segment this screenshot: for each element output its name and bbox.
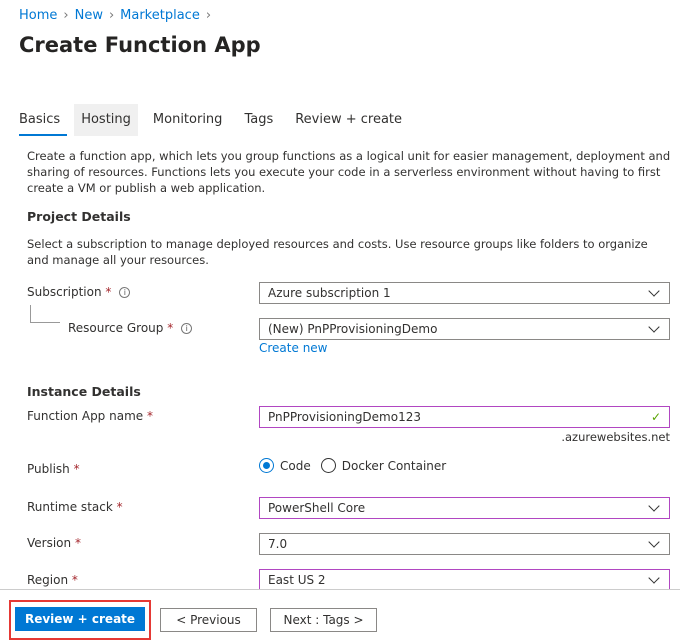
publish-label: Publish * [27,462,80,476]
intro-text: Create a function app, which lets you gr… [27,149,671,195]
review-create-button[interactable]: Review + create [15,607,145,631]
tab-tags[interactable]: Tags [237,104,280,136]
tab-review-create[interactable]: Review + create [288,104,409,136]
tab-monitoring[interactable]: Monitoring [146,104,230,136]
chevron-down-icon [648,321,660,333]
region-dropdown[interactable]: East US 2 [259,569,670,591]
info-icon[interactable]: i [181,323,193,334]
instance-details-heading: Instance Details [27,384,141,399]
project-details-description: Select a subscription to manage deployed… [27,237,648,267]
info-icon[interactable]: i [119,287,131,298]
create-new-link[interactable]: Create new [259,341,328,355]
breadcrumb-new[interactable]: New [75,8,103,23]
function-app-name-input[interactable]: PnPProvisioningDemo123 ✓ [259,406,670,428]
chevron-right-icon: › [63,8,69,23]
chevron-right-icon: › [108,8,115,23]
previous-button[interactable]: < Previous [160,608,257,632]
runtime-stack-label: Runtime stack * [27,500,123,514]
version-label: Version * [27,536,81,550]
version-dropdown[interactable]: 7.0 [259,533,670,555]
tab-bar: Basics Hosting Monitoring Tags Review + … [19,104,409,136]
resource-group-label: Resource Group * i [68,321,193,335]
checkmark-icon: ✓ [650,410,661,424]
publish-radio-group: Code Docker Container [259,458,446,473]
breadcrumb-home[interactable]: Home [19,8,57,23]
resource-group-dropdown[interactable]: (New) PnPProvisioningDemo [259,318,670,340]
project-details-heading: Project Details [27,209,131,224]
page-title: Create Function App [19,33,261,57]
region-label: Region * [27,573,78,587]
radio-docker-label: Docker Container [341,458,447,473]
chevron-down-icon [648,285,660,297]
breadcrumb: Home › New › Marketplace › [19,8,211,23]
chevron-right-icon: › [205,8,212,23]
chevron-down-icon [648,500,660,512]
radio-docker[interactable] [320,458,336,473]
function-app-name-label: Function App name * [27,409,153,423]
next-button[interactable]: Next : Tags > [270,608,377,632]
subscription-dropdown[interactable]: Azure subscription 1 [259,282,670,304]
chevron-down-icon [648,536,660,548]
breadcrumb-marketplace[interactable]: Marketplace [120,8,200,23]
tab-basics[interactable]: Basics [19,104,68,136]
radio-code-label: Code [280,458,311,473]
chevron-down-icon [648,572,660,584]
domain-suffix: .azurewebsites.net [561,430,670,444]
subscription-label: Subscription * i [27,285,131,299]
tree-connector [30,305,60,323]
radio-code[interactable] [259,458,274,473]
runtime-stack-dropdown[interactable]: PowerShell Core [259,497,670,519]
tab-hosting[interactable]: Hosting [74,104,138,136]
